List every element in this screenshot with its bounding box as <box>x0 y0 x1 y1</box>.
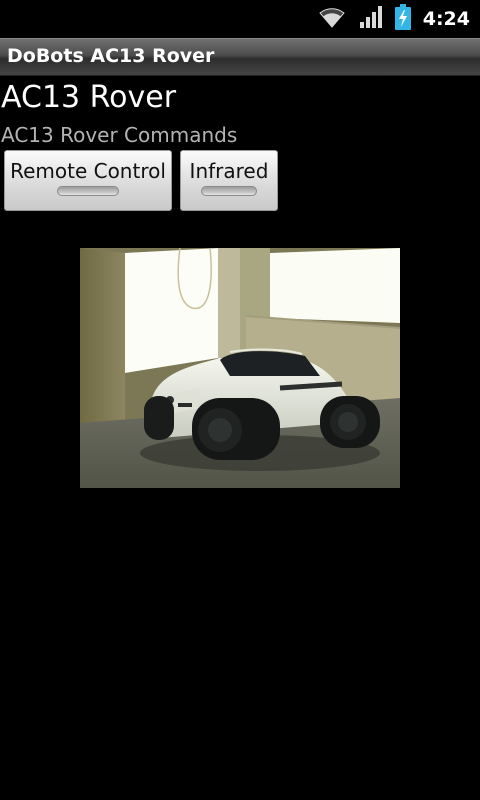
infrared-label: Infrared <box>189 159 269 183</box>
wifi-icon <box>317 5 347 33</box>
status-time: 4:24 <box>422 8 470 30</box>
battery-charging-icon <box>394 4 411 34</box>
infrared-toggle-button[interactable]: Infrared <box>180 150 278 211</box>
camera-feed-image <box>80 248 400 488</box>
toggle-indicator-off <box>57 186 119 196</box>
page-title: AC13 Rover <box>1 80 177 115</box>
status-bar: 4:24 <box>0 0 480 38</box>
status-icons: 4:24 <box>317 4 470 34</box>
toggle-indicator-off <box>201 186 257 196</box>
app-title: DoBots AC13 Rover <box>7 45 215 67</box>
page-subtitle: AC13 Rover Commands <box>1 123 238 147</box>
remote-control-label: Remote Control <box>10 159 166 183</box>
app-title-bar: DoBots AC13 Rover <box>0 38 480 76</box>
remote-control-toggle-button[interactable]: Remote Control <box>4 150 172 211</box>
signal-icon <box>359 5 383 33</box>
